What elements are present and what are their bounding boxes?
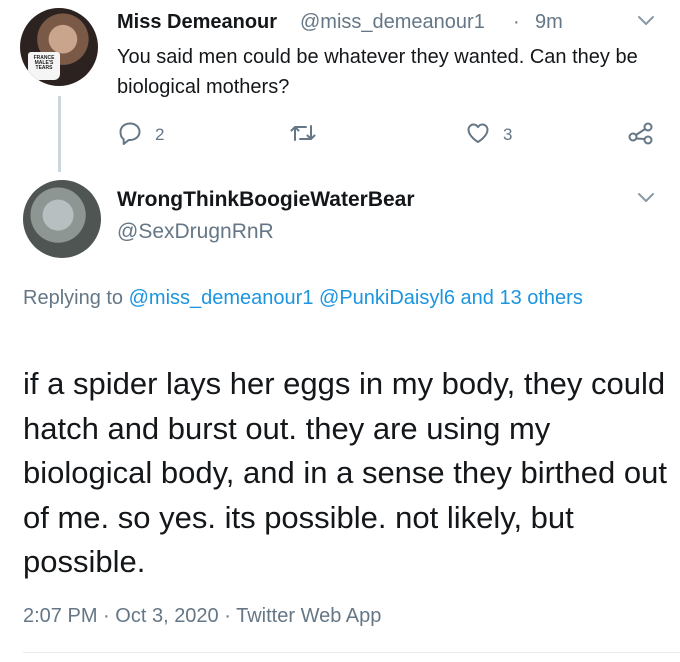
reply-icon [117, 120, 143, 151]
tweet-source[interactable]: Twitter Web App [236, 605, 381, 627]
retweet-icon [288, 120, 318, 151]
chevron-down-icon[interactable] [636, 188, 656, 213]
others-link[interactable]: and 13 others [461, 287, 583, 309]
tweet2-display-name[interactable]: WrongThinkBoogieWaterBear [117, 188, 415, 212]
tweet2-handle[interactable]: @SexDrugnRnR [117, 220, 274, 244]
tweet-metadata: 2:07 PM · Oct 3, 2020 · Twitter Web App [23, 605, 381, 628]
heart-icon [465, 120, 491, 151]
tweet-time[interactable]: 2:07 PM [23, 605, 97, 627]
tweet1-separator: · [513, 11, 520, 33]
reply-button[interactable]: 2 [117, 120, 164, 150]
meta-separator: · [224, 605, 231, 627]
like-count: 3 [503, 125, 513, 144]
divider [23, 652, 680, 653]
thread-connector-line [58, 96, 61, 172]
share-button[interactable] [627, 120, 655, 150]
tweet1-handle[interactable]: @miss_demeanour1 [300, 11, 485, 34]
replying-prefix: Replying to [23, 287, 124, 309]
chevron-down-icon[interactable] [636, 11, 656, 36]
mention-link[interactable]: @PunkiDaisyl6 [319, 287, 455, 309]
reply-count: 2 [155, 125, 165, 144]
avatar-miss-demeanour[interactable]: FRANCE MALE'S TEARS [20, 8, 98, 86]
tweet1-display-name[interactable]: Miss Demeanour [117, 11, 277, 34]
replying-to: Replying to @miss_demeanour1 @PunkiDaisy… [23, 283, 643, 314]
tweet1-text: You said men could be whatever they want… [117, 46, 638, 98]
like-button[interactable]: 3 [465, 120, 512, 150]
mug-image: FRANCE MALE'S TEARS [28, 52, 60, 80]
tweet-date[interactable]: Oct 3, 2020 [115, 605, 218, 627]
meta-separator: · [103, 605, 110, 627]
share-icon [627, 120, 655, 151]
tweet1-timestamp[interactable]: 9m [535, 11, 563, 34]
avatar-wrongthink[interactable] [23, 180, 101, 258]
retweet-button[interactable] [288, 120, 330, 150]
tweet2-text: if a spider lays her eggs in my body, th… [23, 366, 667, 579]
mention-link[interactable]: @miss_demeanour1 [129, 287, 314, 309]
